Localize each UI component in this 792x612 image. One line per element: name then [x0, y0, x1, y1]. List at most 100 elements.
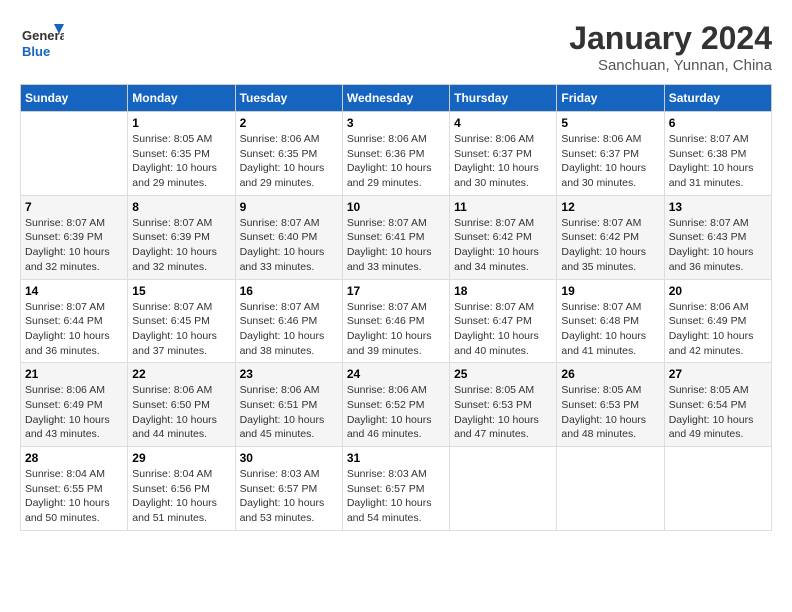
day-info: Sunrise: 8:04 AM Sunset: 6:56 PM Dayligh… [132, 467, 230, 526]
day-info: Sunrise: 8:07 AM Sunset: 6:44 PM Dayligh… [25, 300, 123, 359]
day-info: Sunrise: 8:07 AM Sunset: 6:48 PM Dayligh… [561, 300, 659, 359]
day-info: Sunrise: 8:07 AM Sunset: 6:39 PM Dayligh… [132, 216, 230, 275]
day-number: 29 [132, 451, 230, 465]
day-number: 23 [240, 367, 338, 381]
day-info: Sunrise: 8:03 AM Sunset: 6:57 PM Dayligh… [240, 467, 338, 526]
day-number: 30 [240, 451, 338, 465]
calendar-cell: 1 Sunrise: 8:05 AM Sunset: 6:35 PM Daylig… [128, 112, 235, 196]
day-number: 20 [669, 284, 767, 298]
calendar-cell: 26 Sunrise: 8:05 AM Sunset: 6:53 PM Dayli… [557, 363, 664, 447]
weekday-header: Tuesday [235, 85, 342, 112]
weekday-header: Wednesday [342, 85, 449, 112]
day-info: Sunrise: 8:06 AM Sunset: 6:37 PM Dayligh… [561, 132, 659, 191]
weekday-header: Thursday [450, 85, 557, 112]
day-info: Sunrise: 8:06 AM Sunset: 6:36 PM Dayligh… [347, 132, 445, 191]
day-info: Sunrise: 8:07 AM Sunset: 6:43 PM Dayligh… [669, 216, 767, 275]
calendar-cell: 15 Sunrise: 8:07 AM Sunset: 6:45 PM Dayli… [128, 279, 235, 363]
day-info: Sunrise: 8:06 AM Sunset: 6:50 PM Dayligh… [132, 383, 230, 442]
location-subtitle: Sanchuan, Yunnan, China [569, 57, 772, 74]
day-number: 2 [240, 116, 338, 130]
day-info: Sunrise: 8:06 AM Sunset: 6:49 PM Dayligh… [25, 383, 123, 442]
day-number: 15 [132, 284, 230, 298]
weekday-header: Saturday [664, 85, 771, 112]
day-info: Sunrise: 8:07 AM Sunset: 6:42 PM Dayligh… [561, 216, 659, 275]
day-number: 1 [132, 116, 230, 130]
day-number: 11 [454, 200, 552, 214]
day-info: Sunrise: 8:07 AM Sunset: 6:40 PM Dayligh… [240, 216, 338, 275]
day-info: Sunrise: 8:06 AM Sunset: 6:35 PM Dayligh… [240, 132, 338, 191]
weekday-header: Monday [128, 85, 235, 112]
day-info: Sunrise: 8:03 AM Sunset: 6:57 PM Dayligh… [347, 467, 445, 526]
calendar-cell: 7 Sunrise: 8:07 AM Sunset: 6:39 PM Daylig… [21, 195, 128, 279]
weekday-header: Friday [557, 85, 664, 112]
day-info: Sunrise: 8:07 AM Sunset: 6:41 PM Dayligh… [347, 216, 445, 275]
day-number: 5 [561, 116, 659, 130]
day-number: 31 [347, 451, 445, 465]
day-info: Sunrise: 8:07 AM Sunset: 6:38 PM Dayligh… [669, 132, 767, 191]
day-info: Sunrise: 8:05 AM Sunset: 6:35 PM Dayligh… [132, 132, 230, 191]
day-number: 16 [240, 284, 338, 298]
day-number: 17 [347, 284, 445, 298]
day-info: Sunrise: 8:07 AM Sunset: 6:47 PM Dayligh… [454, 300, 552, 359]
day-number: 12 [561, 200, 659, 214]
day-info: Sunrise: 8:06 AM Sunset: 6:51 PM Dayligh… [240, 383, 338, 442]
calendar-cell: 25 Sunrise: 8:05 AM Sunset: 6:53 PM Dayli… [450, 363, 557, 447]
calendar-cell: 21 Sunrise: 8:06 AM Sunset: 6:49 PM Dayli… [21, 363, 128, 447]
calendar-cell [664, 447, 771, 531]
day-info: Sunrise: 8:05 AM Sunset: 6:53 PM Dayligh… [561, 383, 659, 442]
calendar-cell: 31 Sunrise: 8:03 AM Sunset: 6:57 PM Dayli… [342, 447, 449, 531]
calendar-cell: 28 Sunrise: 8:04 AM Sunset: 6:55 PM Dayli… [21, 447, 128, 531]
day-number: 6 [669, 116, 767, 130]
calendar-cell: 22Sunrise: 8:06 AM Sunset: 6:50 PM Dayli… [128, 363, 235, 447]
weekday-header: Sunday [21, 85, 128, 112]
calendar-cell: 20Sunrise: 8:06 AM Sunset: 6:49 PM Dayli… [664, 279, 771, 363]
title-block: January 2024 Sanchuan, Yunnan, China [569, 20, 772, 74]
day-number: 14 [25, 284, 123, 298]
day-number: 28 [25, 451, 123, 465]
day-info: Sunrise: 8:05 AM Sunset: 6:53 PM Dayligh… [454, 383, 552, 442]
day-number: 24 [347, 367, 445, 381]
day-info: Sunrise: 8:06 AM Sunset: 6:52 PM Dayligh… [347, 383, 445, 442]
calendar-cell: 24 Sunrise: 8:06 AM Sunset: 6:52 PM Dayli… [342, 363, 449, 447]
day-number: 9 [240, 200, 338, 214]
calendar-cell [21, 112, 128, 196]
month-title: January 2024 [569, 20, 772, 57]
day-number: 19 [561, 284, 659, 298]
calendar-cell: 2 Sunrise: 8:06 AM Sunset: 6:35 PM Daylig… [235, 112, 342, 196]
day-info: Sunrise: 8:07 AM Sunset: 6:42 PM Dayligh… [454, 216, 552, 275]
day-number: 7 [25, 200, 123, 214]
calendar-cell: 30 Sunrise: 8:03 AM Sunset: 6:57 PM Dayli… [235, 447, 342, 531]
calendar-cell: 16 Sunrise: 8:07 AM Sunset: 6:46 PM Dayli… [235, 279, 342, 363]
calendar-cell [450, 447, 557, 531]
calendar-cell: 11 Sunrise: 8:07 AM Sunset: 6:42 PM Dayli… [450, 195, 557, 279]
calendar-cell: 8 Sunrise: 8:07 AM Sunset: 6:39 PM Daylig… [128, 195, 235, 279]
calendar-cell: 13 Sunrise: 8:07 AM Sunset: 6:43 PM Dayli… [664, 195, 771, 279]
svg-text:Blue: Blue [22, 44, 50, 59]
calendar-cell: 9 Sunrise: 8:07 AM Sunset: 6:40 PM Daylig… [235, 195, 342, 279]
calendar-cell: 6 Sunrise: 8:07 AM Sunset: 6:38 PM Daylig… [664, 112, 771, 196]
day-number: 8 [132, 200, 230, 214]
day-number: 21 [25, 367, 123, 381]
day-number: 4 [454, 116, 552, 130]
calendar-cell: 19 Sunrise: 8:07 AM Sunset: 6:48 PM Dayli… [557, 279, 664, 363]
logo: General Blue [20, 20, 64, 64]
calendar-cell: 27Sunrise: 8:05 AM Sunset: 6:54 PM Dayli… [664, 363, 771, 447]
day-number: 25 [454, 367, 552, 381]
calendar-cell: 17Sunrise: 8:07 AM Sunset: 6:46 PM Dayli… [342, 279, 449, 363]
calendar-cell: 4Sunrise: 8:06 AM Sunset: 6:37 PM Daylig… [450, 112, 557, 196]
calendar-cell: 5 Sunrise: 8:06 AM Sunset: 6:37 PM Daylig… [557, 112, 664, 196]
day-info: Sunrise: 8:07 AM Sunset: 6:39 PM Dayligh… [25, 216, 123, 275]
calendar-cell: 10Sunrise: 8:07 AM Sunset: 6:41 PM Dayli… [342, 195, 449, 279]
calendar-cell: 29 Sunrise: 8:04 AM Sunset: 6:56 PM Dayli… [128, 447, 235, 531]
page-header: General Blue January 2024 Sanchuan, Yunn… [20, 20, 772, 74]
day-number: 13 [669, 200, 767, 214]
logo-svg: General Blue [20, 20, 64, 64]
day-info: Sunrise: 8:07 AM Sunset: 6:45 PM Dayligh… [132, 300, 230, 359]
calendar-cell: 18 Sunrise: 8:07 AM Sunset: 6:47 PM Dayli… [450, 279, 557, 363]
day-info: Sunrise: 8:04 AM Sunset: 6:55 PM Dayligh… [25, 467, 123, 526]
day-number: 18 [454, 284, 552, 298]
calendar-cell: 14 Sunrise: 8:07 AM Sunset: 6:44 PM Dayli… [21, 279, 128, 363]
day-info: Sunrise: 8:05 AM Sunset: 6:54 PM Dayligh… [669, 383, 767, 442]
day-info: Sunrise: 8:07 AM Sunset: 6:46 PM Dayligh… [240, 300, 338, 359]
day-number: 26 [561, 367, 659, 381]
